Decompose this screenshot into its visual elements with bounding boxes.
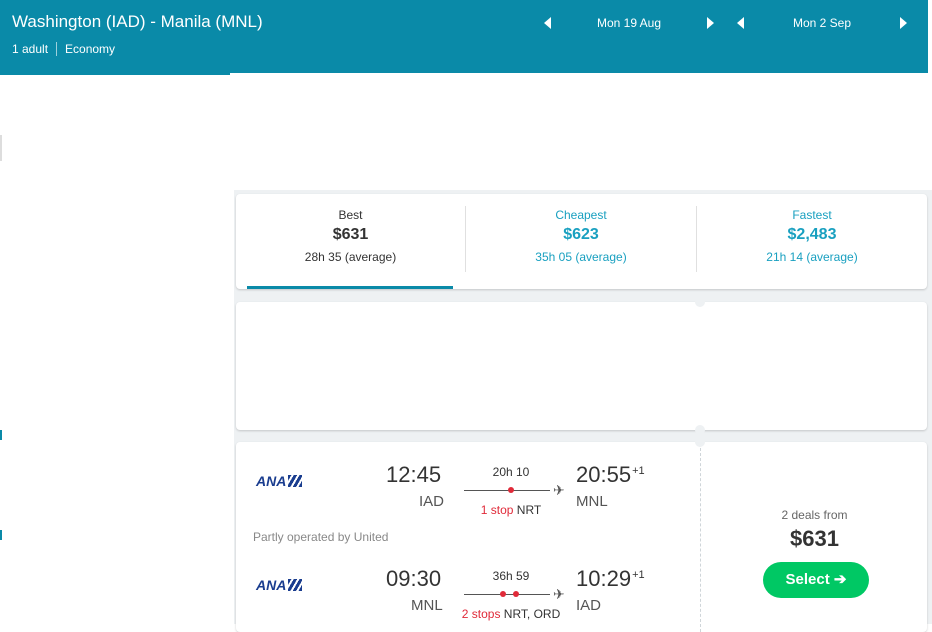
sort-tabs: Best $631 28h 35 (average) Cheapest $623… bbox=[236, 194, 927, 289]
prev-return-date-icon[interactable] bbox=[737, 17, 744, 29]
tab-cheapest-duration: 35h 05 (average) bbox=[535, 250, 627, 264]
outbound-via: NRT bbox=[516, 503, 542, 517]
airline-stripes-icon bbox=[288, 579, 303, 591]
cabin-class[interactable]: Economy bbox=[65, 42, 115, 56]
tab-cheapest[interactable]: Cheapest $623 35h 05 (average) bbox=[466, 194, 696, 289]
inbound-arrive-code: IAD bbox=[576, 597, 602, 614]
inbound-arrive-time: 10:29+1 bbox=[576, 566, 645, 592]
outbound-stops-count: 1 stop bbox=[480, 503, 514, 517]
return-date-control: Mon 2 Sep bbox=[737, 12, 907, 34]
arrive-time-value: 20:55 bbox=[576, 462, 632, 487]
airline-stripes-icon bbox=[288, 475, 303, 487]
inbound-duration: 36h 59 bbox=[492, 569, 530, 583]
day-offset: +1 bbox=[632, 568, 645, 581]
tab-fastest[interactable]: Fastest $2,483 21h 14 (average) bbox=[697, 194, 927, 289]
outbound-depart-time: 12:45 bbox=[386, 462, 442, 487]
depart-date[interactable]: Mon 19 Aug bbox=[551, 16, 707, 30]
arrive-time-value: 10:29 bbox=[576, 566, 632, 591]
tab-fastest-label: Fastest bbox=[792, 208, 832, 222]
tab-best-label: Best bbox=[338, 208, 363, 222]
depart-date-control: Mon 19 Aug bbox=[544, 12, 714, 34]
tab-fastest-duration: 21h 14 (average) bbox=[766, 250, 858, 264]
airline-logo: ANA bbox=[256, 473, 303, 489]
inbound-depart-code: MNL bbox=[411, 597, 443, 614]
search-header: Washington (IAD) - Manila (MNL) 1 adult … bbox=[0, 0, 928, 73]
outbound-arrive-code: MNL bbox=[576, 493, 608, 510]
separator bbox=[56, 42, 58, 56]
stop-dot bbox=[500, 591, 506, 597]
return-date[interactable]: Mon 2 Sep bbox=[744, 16, 900, 30]
sidebar-edge bbox=[0, 75, 2, 624]
inbound-depart-time: 09:30 bbox=[386, 566, 442, 591]
trip-details[interactable]: 1 adult Economy bbox=[12, 42, 115, 56]
operated-by: Partly operated by United bbox=[253, 530, 389, 544]
tab-best-duration: 28h 35 (average) bbox=[304, 250, 397, 264]
plane-icon: ✈ bbox=[553, 586, 565, 602]
card-notch bbox=[695, 425, 705, 435]
outbound-duration: 20h 10 bbox=[492, 465, 530, 479]
tab-cheapest-label: Cheapest bbox=[555, 208, 607, 222]
plane-icon: ✈ bbox=[553, 482, 565, 498]
inbound-route-line bbox=[464, 594, 550, 595]
outbound-route-line bbox=[464, 490, 550, 491]
passenger-count[interactable]: 1 adult bbox=[12, 42, 48, 56]
airline-logo: ANA bbox=[256, 577, 303, 593]
next-return-date-icon[interactable] bbox=[900, 17, 907, 29]
prev-depart-date-icon[interactable] bbox=[544, 17, 551, 29]
stop-dot bbox=[508, 487, 514, 493]
card-notch bbox=[695, 297, 705, 307]
select-button[interactable]: Select ➔ bbox=[763, 562, 869, 598]
deals-block: 2 deals from $631 bbox=[702, 508, 927, 552]
card-notch bbox=[695, 437, 705, 447]
active-tab-indicator bbox=[247, 286, 453, 289]
tab-best[interactable]: Best $631 28h 35 (average) bbox=[236, 194, 465, 289]
inbound-stops: 2 stops NRT, ORD bbox=[441, 607, 581, 621]
outbound-stops: 1 stop NRT bbox=[441, 503, 581, 517]
route-title[interactable]: Washington (IAD) - Manila (MNL) bbox=[12, 12, 263, 32]
ticket-divider bbox=[700, 448, 701, 632]
airline-name: ANA bbox=[256, 473, 287, 489]
ad-placeholder-card bbox=[236, 297, 927, 435]
flight-result-card[interactable]: ANA 12:45 IAD 20h 10 ✈ 1 stop NRT 20:55+… bbox=[236, 437, 927, 632]
tab-cheapest-price: $623 bbox=[563, 226, 599, 243]
deals-label: 2 deals from bbox=[781, 508, 848, 522]
header-tab-extension bbox=[0, 73, 230, 75]
next-depart-date-icon[interactable] bbox=[707, 17, 714, 29]
airline-name: ANA bbox=[256, 577, 287, 593]
outbound-arrive-time: 20:55+1 bbox=[576, 462, 645, 488]
tab-best-price: $631 bbox=[332, 226, 369, 243]
tab-fastest-price: $2,483 bbox=[787, 226, 837, 243]
inbound-stops-count: 2 stops bbox=[461, 607, 501, 621]
inbound-via: NRT, ORD bbox=[503, 607, 561, 621]
stop-dot bbox=[513, 591, 519, 597]
deals-price: $631 bbox=[790, 526, 839, 551]
day-offset: +1 bbox=[632, 464, 645, 477]
